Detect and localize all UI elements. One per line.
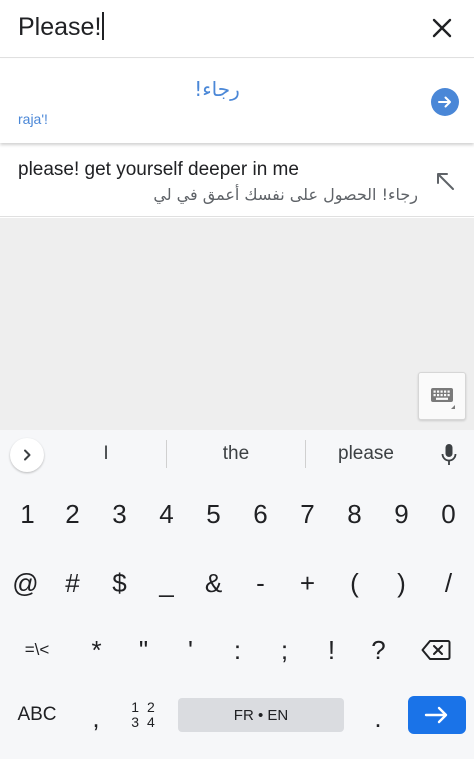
translation-result[interactable]: رجاء! raja'! xyxy=(0,59,474,143)
key-asterisk[interactable]: * xyxy=(74,626,119,674)
key-semicolon[interactable]: ; xyxy=(262,626,307,674)
key-close-paren[interactable]: ) xyxy=(379,559,424,607)
key-0[interactable]: 0 xyxy=(426,490,471,538)
fill-suggestion-button[interactable] xyxy=(432,168,458,194)
key-period[interactable]: . xyxy=(356,694,400,742)
clear-button[interactable] xyxy=(424,12,460,44)
abc-key[interactable]: ABC xyxy=(8,691,66,739)
key-5[interactable]: 5 xyxy=(191,490,236,538)
key-double-quote[interactable]: " xyxy=(121,626,166,674)
key-7[interactable]: 7 xyxy=(285,490,330,538)
numpad-key[interactable]: 1 2 3 4 xyxy=(122,691,166,739)
open-translation-button[interactable] xyxy=(431,88,459,116)
translation-arabic: رجاء! xyxy=(194,77,240,101)
key-underscore[interactable]: _ xyxy=(144,559,189,607)
keyboard-suggestion[interactable]: I xyxy=(60,443,152,465)
close-icon xyxy=(432,18,452,38)
numpad-key-top: 1 2 xyxy=(131,699,157,715)
key-9[interactable]: 9 xyxy=(379,490,424,538)
voice-input-button[interactable] xyxy=(436,441,462,469)
key-1[interactable]: 1 xyxy=(5,490,50,538)
enter-key[interactable] xyxy=(408,696,466,734)
numpad-key-label: 1 2 3 4 xyxy=(131,700,156,730)
key-exclamation[interactable]: ! xyxy=(309,626,354,674)
suggestion-divider xyxy=(305,440,306,468)
key-2[interactable]: 2 xyxy=(50,490,95,538)
keyboard-toggle-button[interactable] xyxy=(418,372,466,420)
keyboard-suggestion-strip: I the please xyxy=(0,430,474,478)
search-bar: Please! xyxy=(0,0,474,58)
key-open-paren[interactable]: ( xyxy=(332,559,377,607)
empty-content-area xyxy=(0,218,474,430)
key-single-quote[interactable]: ' xyxy=(168,626,213,674)
key-minus[interactable]: - xyxy=(238,559,283,607)
suggestion-arabic: رجاء! الحصول على نفسك أعمق في لي xyxy=(153,185,418,204)
key-hash[interactable]: # xyxy=(50,559,95,607)
key-plus[interactable]: + xyxy=(285,559,330,607)
key-slash[interactable]: / xyxy=(426,559,471,607)
key-comma[interactable]: , xyxy=(76,694,116,742)
key-at[interactable]: @ xyxy=(3,559,48,607)
search-query: Please! xyxy=(18,13,102,41)
text-caret xyxy=(102,12,105,40)
key-6[interactable]: 6 xyxy=(238,490,283,538)
keyboard-suggestion[interactable]: please xyxy=(318,443,414,465)
search-input[interactable]: Please! xyxy=(18,12,105,42)
key-colon[interactable]: : xyxy=(215,626,260,674)
backspace-icon xyxy=(421,640,451,660)
arrow-right-icon xyxy=(438,96,451,108)
translation-transliteration: raja'! xyxy=(18,111,48,127)
key-dollar[interactable]: $ xyxy=(97,559,142,607)
suggestion-item[interactable]: please! get yourself deeper in me رجاء! … xyxy=(0,145,474,217)
numpad-key-bottom: 3 4 xyxy=(131,714,157,730)
arrow-right-icon xyxy=(424,706,448,724)
key-4[interactable]: 4 xyxy=(144,490,189,538)
keyboard-icon xyxy=(431,388,455,409)
mic-icon xyxy=(441,444,457,465)
key-8[interactable]: 8 xyxy=(332,490,377,538)
backspace-key[interactable] xyxy=(408,626,464,674)
keyboard-expand-button[interactable] xyxy=(10,438,44,472)
chevron-right-icon xyxy=(24,449,31,461)
suggestion-english: please! get yourself deeper in me xyxy=(18,159,299,180)
key-more-symbols[interactable]: =\< xyxy=(10,626,64,674)
key-3[interactable]: 3 xyxy=(97,490,142,538)
keyboard-suggestion[interactable]: the xyxy=(178,443,294,465)
suggestion-divider xyxy=(166,440,167,468)
space-key[interactable]: FR • EN xyxy=(178,698,344,732)
arrow-up-left-icon xyxy=(437,173,454,190)
key-ampersand[interactable]: & xyxy=(191,559,236,607)
key-question[interactable]: ? xyxy=(356,626,401,674)
on-screen-keyboard: I the please 1 2 3 4 5 6 7 8 9 0 @ # $ _… xyxy=(0,430,474,759)
